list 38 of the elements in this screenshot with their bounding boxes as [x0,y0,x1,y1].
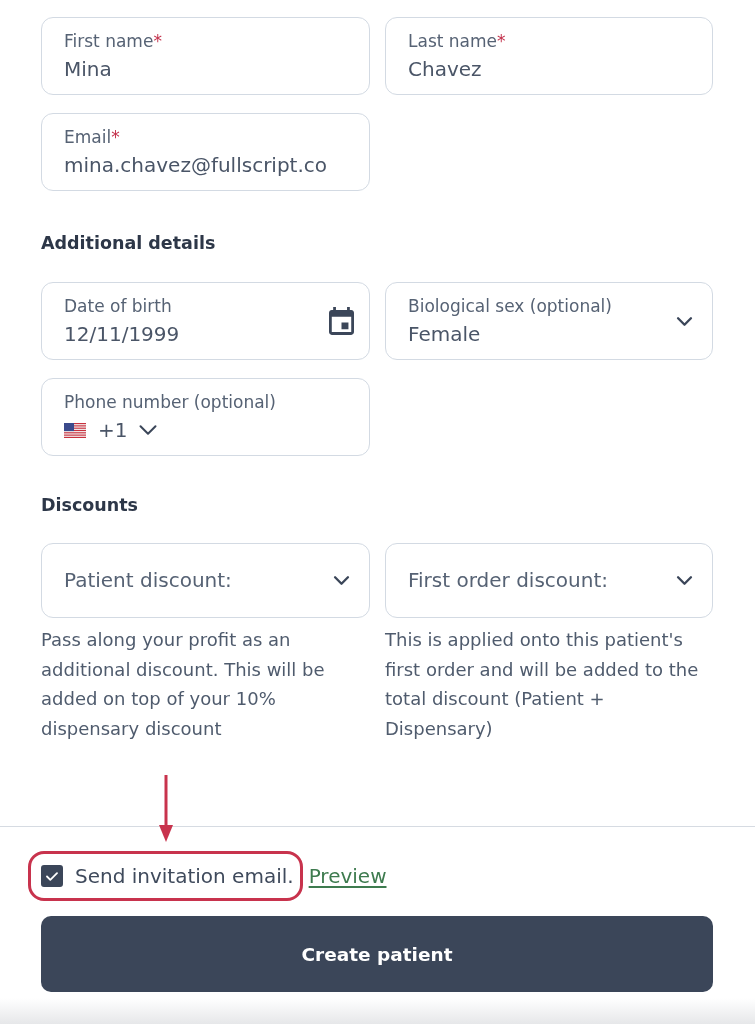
field-value: Female [408,322,481,346]
calendar-icon [329,307,354,335]
section-heading: Additional details [41,232,216,255]
phone-field[interactable]: Phone number (optional) +1 [41,378,370,456]
dropdown-field[interactable]: Biological sex (optional) Female [385,282,713,360]
help-text: Pass along your profit as an additional discount. This will be added on top of your 10% dispensary discount [41,628,326,741]
field-label: Date of birth [64,296,172,316]
dropdown-field[interactable]: First order discount: [385,543,713,618]
text-field[interactable]: First name* Mina [41,17,370,95]
field-value: mina.chavez@fullscript.co [64,153,328,177]
check-icon [46,871,58,881]
field-label: Biological sex (optional) [408,296,612,316]
chevron-down-icon [139,425,158,435]
section-heading: Discounts [41,494,139,517]
create-patient-button[interactable]: Create patient [41,916,713,992]
chevron-down-icon [334,576,349,585]
down-arrow [158,775,174,842]
field-label: Email* [64,127,120,147]
field-label: Patient discount: [64,569,232,592]
country-code: +1 [98,418,128,442]
field-label: First name* [64,31,162,51]
chevron-down-icon [677,316,692,326]
field-label: First order discount: [408,569,608,592]
text-field[interactable]: Last name* Chavez [385,17,713,95]
dropdown-field[interactable]: Patient discount: [41,543,370,618]
field-value: Chavez [408,57,482,81]
flag-icon [64,422,86,438]
field-value: Mina [64,57,112,81]
field-label: Last name* [408,31,506,51]
text-field[interactable]: Email* mina.chavez@fullscript.co [41,113,370,191]
field-label: Phone number (optional) [64,392,276,412]
checkbox[interactable] [41,865,63,887]
preview-link[interactable]: Preview [308,864,387,888]
date-field[interactable]: Date of birth 12/11/1999 [41,282,370,360]
help-text: This is applied onto this patient's first order and will be added to the total discount (Patient + Dispensary) [385,628,700,741]
chevron-down-icon [677,576,692,585]
checkbox-label: Send invitation email. [75,864,294,888]
field-value: 12/11/1999 [64,322,180,346]
